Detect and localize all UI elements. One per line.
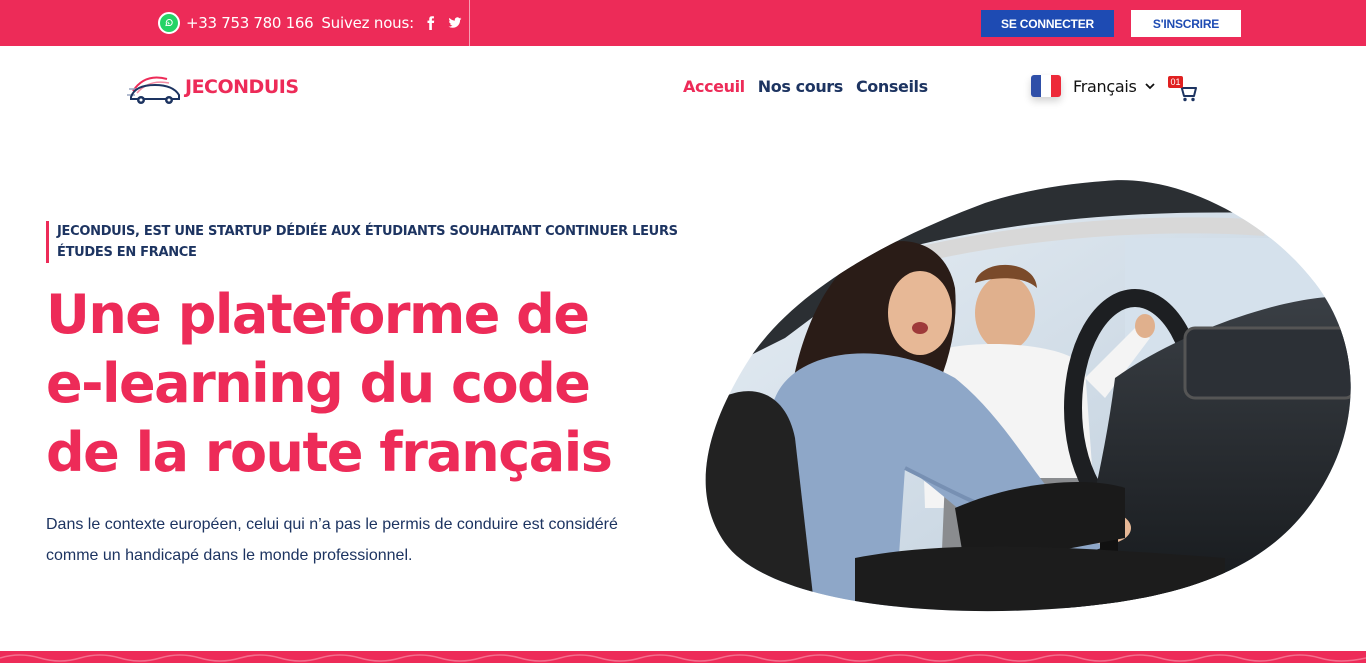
main-nav: Acceuil Nos cours Conseils <box>683 77 941 96</box>
bottom-wave-band <box>0 651 1366 663</box>
twitter-icon[interactable] <box>448 16 462 30</box>
headline-line-1: Une plateforme de <box>46 283 590 346</box>
headline-line-2: e-learning du code <box>46 352 591 415</box>
phone-number[interactable]: +33 753 780 166 <box>186 14 314 32</box>
topbar-divider <box>469 0 470 46</box>
nav-item-conseils[interactable]: Conseils <box>856 77 928 96</box>
logo-text[interactable]: JECONDUIS <box>185 76 299 98</box>
follow-label: Suivez nous: <box>321 14 414 32</box>
chevron-down-icon <box>1144 83 1155 90</box>
contact-info: +33 753 780 166 Suivez nous: <box>158 12 472 34</box>
language-label: Français <box>1073 76 1137 96</box>
hero-image <box>705 180 1351 612</box>
language-selector[interactable]: Français <box>1031 75 1155 97</box>
nav-item-acceuil[interactable]: Acceuil <box>683 77 745 96</box>
login-button[interactable]: SE CONNECTER <box>981 10 1114 37</box>
hero-tagline: JECONDUIS, EST UNE STARTUP DÉDIÉE AUX ÉT… <box>46 221 686 263</box>
france-flag-icon <box>1031 75 1061 97</box>
headline-line-3: de la route français <box>46 421 613 484</box>
car-logo-icon <box>125 69 183 105</box>
whatsapp-icon[interactable] <box>158 12 180 34</box>
cart-count-badge: 01 <box>1168 76 1183 88</box>
logo[interactable]: JECONDUIS <box>125 68 299 106</box>
hero-description: Dans le contexte européen, celui qui n’a… <box>46 516 618 564</box>
facebook-icon[interactable] <box>424 16 438 30</box>
signup-button[interactable]: S'INSCRIRE <box>1131 10 1241 37</box>
nav-item-nos-cours[interactable]: Nos cours <box>758 77 844 96</box>
top-bar: +33 753 780 166 Suivez nous: SE CONNECTE… <box>0 0 1366 46</box>
hero-headline: Une plateforme de e-learning du code de … <box>46 280 686 487</box>
